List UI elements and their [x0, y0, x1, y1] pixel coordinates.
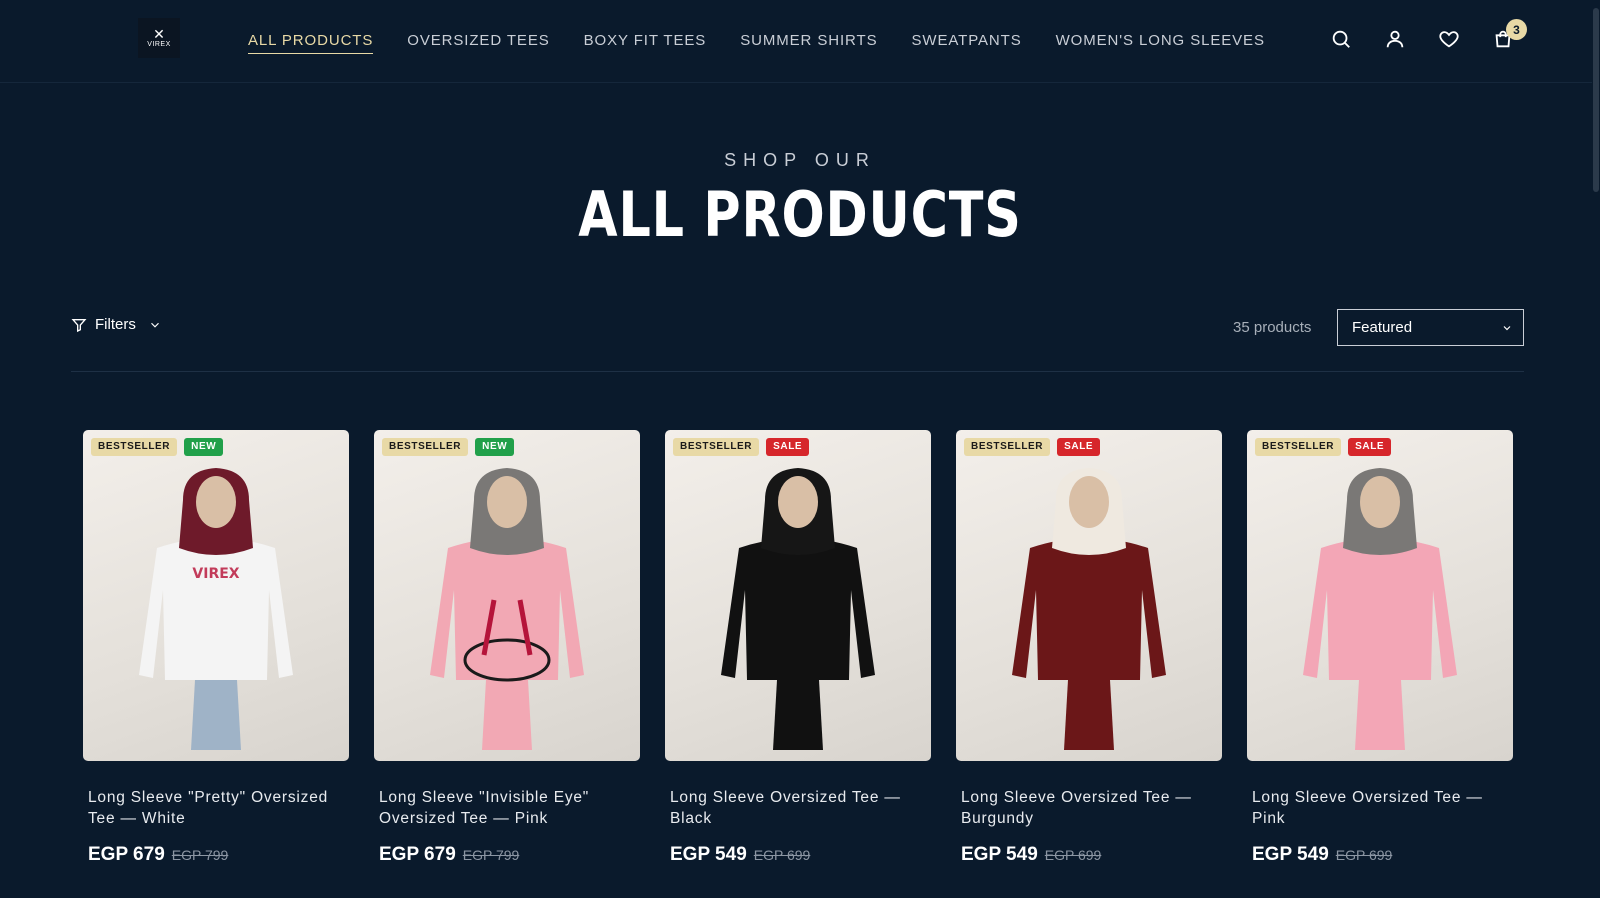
bestseller-badge: BESTSELLER — [964, 438, 1051, 456]
nav-item-sweatpants[interactable]: SWEATPANTS — [912, 32, 1022, 54]
bestseller-badge: BESTSELLER — [382, 438, 469, 456]
product-image[interactable]: BESTSELLER NEW VIREX — [83, 430, 349, 761]
compare-at-price: EGP 799 — [171, 847, 229, 863]
brand-logo[interactable]: ✕ VIREX — [138, 18, 180, 58]
hero-eyebrow: SHOP OUR — [724, 150, 876, 170]
compare-at-price: EGP 699 — [753, 847, 811, 863]
shirt-print: VIREX — [192, 566, 239, 582]
sale-badge: SALE — [766, 438, 810, 456]
nav-item-boxy-fit-tees[interactable]: BOXY FIT TEES — [584, 32, 707, 54]
product-image[interactable]: BESTSELLER SALE — [665, 430, 931, 761]
badge-group: BESTSELLER SALE — [1255, 438, 1392, 456]
badge-group: BESTSELLER NEW — [382, 438, 515, 456]
product-card[interactable]: BESTSELLER SALE Long Sleeve Oversized Tee … — [665, 430, 931, 866]
compare-at-price: EGP 799 — [462, 847, 520, 863]
price-row: EGP 549 EGP 699 — [665, 844, 931, 866]
mannequin-figure — [721, 468, 875, 750]
price-row: EGP 549 EGP 699 — [956, 844, 1222, 866]
product-grid: BESTSELLER NEW VIREX Long Sleeve "Pretty" O… — [83, 430, 1513, 866]
product-card[interactable]: BESTSELLER SALE Long Sleeve Oversized Tee … — [956, 430, 1222, 866]
sale-badge: SALE — [1348, 438, 1392, 456]
new-badge: NEW — [475, 438, 515, 456]
compare-at-price: EGP 699 — [1044, 847, 1102, 863]
chevron-down-icon — [150, 322, 159, 328]
compare-at-price: EGP 699 — [1335, 847, 1393, 863]
product-image[interactable]: BESTSELLER NEW — [374, 430, 640, 761]
mannequin-figure: VIREX — [139, 468, 293, 750]
sale-price: EGP 549 — [961, 844, 1038, 865]
price-row: EGP 679 EGP 799 — [83, 844, 349, 866]
filters-button[interactable]: Filters — [71, 316, 162, 333]
sale-price: EGP 679 — [88, 844, 165, 865]
nav-item-summer-shirts[interactable]: SUMMER SHIRTS — [740, 32, 877, 54]
sale-badge: SALE — [1057, 438, 1101, 456]
product-count: 35 products — [1233, 319, 1312, 336]
sort-select[interactable]: Featured — [1337, 309, 1524, 346]
sort-selected-value: Featured — [1352, 319, 1413, 336]
product-card[interactable]: BESTSELLER NEW VIREX Long Sleeve "Pretty" O… — [83, 430, 349, 866]
logo-mark-icon: ✕ — [153, 26, 165, 42]
cart-count-badge: 3 — [1506, 19, 1527, 40]
bestseller-badge: BESTSELLER — [673, 438, 760, 456]
sale-price: EGP 549 — [670, 844, 747, 865]
product-title[interactable]: Long Sleeve Oversized Tee — Black — [665, 787, 931, 829]
site-header: ✕ VIREX ALL PRODUCTS OVERSIZED TEES BOXY F… — [0, 0, 1600, 83]
nav-item-women-s-long-sleeves[interactable]: WOMEN'S LONG SLEEVES — [1056, 32, 1265, 54]
filters-label: Filters — [95, 316, 136, 333]
filter-funnel-icon — [71, 318, 87, 332]
price-row: EGP 549 EGP 699 — [1247, 844, 1513, 866]
price-row: EGP 679 EGP 799 — [374, 844, 640, 866]
product-title[interactable]: Long Sleeve Oversized Tee — Burgundy — [956, 787, 1222, 829]
sale-price: EGP 549 — [1252, 844, 1329, 865]
mannequin-figure — [430, 468, 584, 750]
chevron-down-icon — [1503, 325, 1511, 330]
product-title[interactable]: Long Sleeve Oversized Tee — Pink — [1247, 787, 1513, 829]
product-title[interactable]: Long Sleeve "Pretty" Oversized Tee — Whi… — [83, 787, 349, 829]
search-icon[interactable] — [1330, 28, 1356, 54]
product-title[interactable]: Long Sleeve "Invisible Eye" Oversized Te… — [374, 787, 640, 829]
wishlist-heart-icon[interactable] — [1438, 28, 1464, 54]
badge-group: BESTSELLER SALE — [673, 438, 810, 456]
account-icon[interactable] — [1384, 28, 1410, 54]
main-nav: ALL PRODUCTS OVERSIZED TEES BOXY FIT TEES S… — [248, 32, 1265, 54]
sale-price: EGP 679 — [379, 844, 456, 865]
product-image[interactable]: BESTSELLER SALE — [1247, 430, 1513, 761]
bestseller-badge: BESTSELLER — [1255, 438, 1342, 456]
nav-item-oversized-tees[interactable]: OVERSIZED TEES — [407, 32, 549, 54]
product-image[interactable]: BESTSELLER SALE — [956, 430, 1222, 761]
page-title: ALL PRODUCTS — [578, 178, 1022, 251]
nav-item-all-products[interactable]: ALL PRODUCTS — [248, 32, 374, 54]
product-card[interactable]: BESTSELLER NEW Long Sleeve "Invisible Eye"… — [374, 430, 640, 866]
new-badge: NEW — [184, 438, 224, 456]
badge-group: BESTSELLER NEW — [91, 438, 224, 456]
mannequin-figure — [1012, 468, 1166, 750]
logo-text: VIREX — [147, 41, 171, 48]
badge-group: BESTSELLER SALE — [964, 438, 1101, 456]
mannequin-figure — [1303, 468, 1457, 750]
bestseller-badge: BESTSELLER — [91, 438, 178, 456]
product-card[interactable]: BESTSELLER SALE Long Sleeve Oversized Tee … — [1247, 430, 1513, 866]
toolbar-divider — [71, 371, 1524, 372]
